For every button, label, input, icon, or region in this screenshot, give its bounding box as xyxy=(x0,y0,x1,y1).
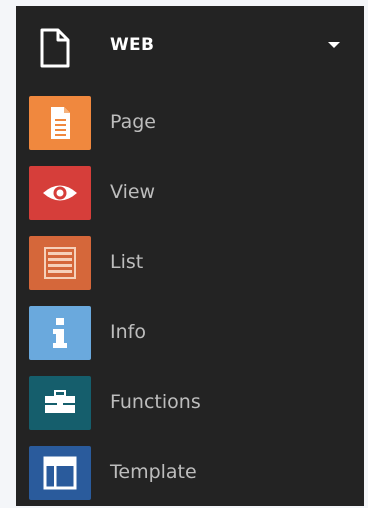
toolbox-icon xyxy=(29,376,91,430)
web-module-menu: WEB Page View List Info Functions Templa… xyxy=(16,6,364,506)
module-item-label: Page xyxy=(110,111,156,133)
list-icon xyxy=(29,236,91,290)
template-icon xyxy=(29,446,91,500)
module-item-label: Info xyxy=(110,321,146,343)
module-group-header[interactable]: WEB xyxy=(16,6,364,88)
module-item-info[interactable]: Info xyxy=(16,298,364,368)
module-item-label: List xyxy=(110,251,144,273)
caret-down-icon[interactable] xyxy=(328,42,340,48)
module-item-list[interactable]: List xyxy=(16,228,364,298)
document-icon xyxy=(39,28,71,68)
module-item-page[interactable]: Page xyxy=(16,88,364,158)
module-item-view[interactable]: View xyxy=(16,158,364,228)
module-item-functions[interactable]: Functions xyxy=(16,368,364,438)
module-item-label: View xyxy=(110,181,156,203)
module-item-label: Functions xyxy=(110,391,201,413)
info-icon xyxy=(29,306,91,360)
eye-icon xyxy=(29,166,91,220)
page-icon xyxy=(29,96,91,150)
module-item-template[interactable]: Template xyxy=(16,438,364,508)
module-item-label: Template xyxy=(110,461,197,483)
module-group-title: WEB xyxy=(110,35,155,55)
